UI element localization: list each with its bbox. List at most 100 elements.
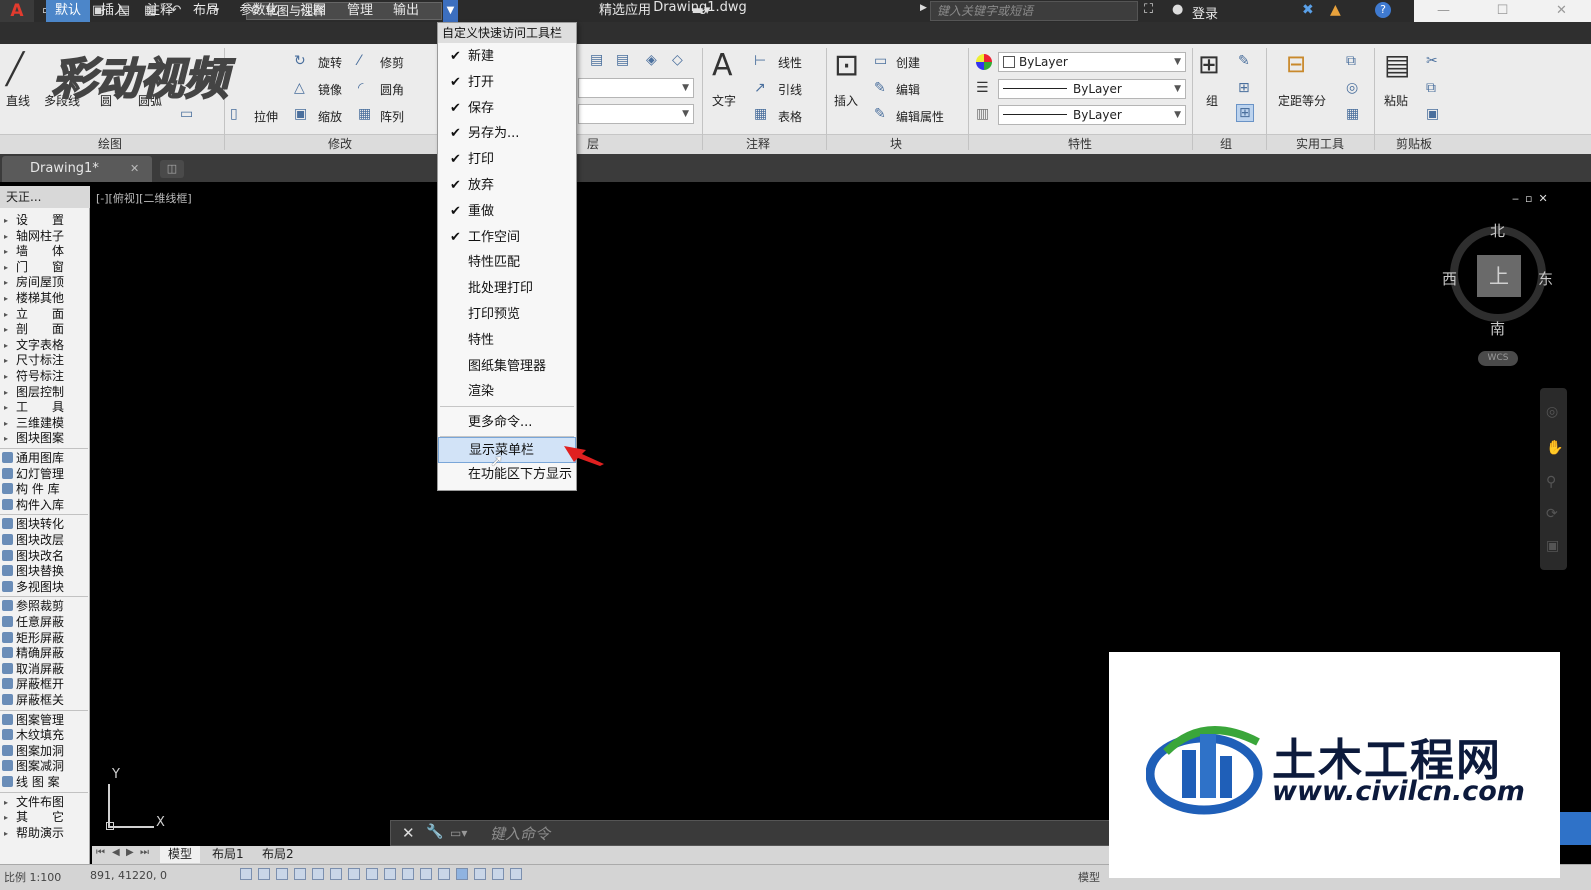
qat-menu-item[interactable]: 打印预览 [438, 302, 576, 328]
layer-state-icon[interactable]: ▤ [616, 52, 629, 68]
panel-title-layers[interactable]: 层 [578, 136, 608, 152]
line-button-label[interactable]: 直线 [6, 92, 30, 109]
palette-item[interactable]: ▸ 帮助演示 [0, 826, 88, 842]
palette-item[interactable]: ▸ 剖 面 [0, 322, 88, 338]
qat-menu-item[interactable]: ✔ 打印 [438, 147, 576, 173]
panel-title-modify[interactable]: 修改 [300, 136, 380, 152]
polar-icon[interactable] [294, 868, 306, 880]
paste-icon[interactable]: ▤ [1384, 48, 1410, 81]
layer-select[interactable]: ▼ [578, 78, 694, 98]
tab-manage[interactable]: 管理 [340, 0, 380, 22]
zoom-icon[interactable]: ⚲ [1546, 474, 1556, 490]
palette-item[interactable]: ▸ 墙 体 [0, 244, 88, 260]
palette-item[interactable]: ▸ 文字表格 [0, 338, 88, 354]
palette-item[interactable]: ▸ 图块图案 [0, 431, 88, 447]
snap-icon[interactable] [240, 868, 252, 880]
qat-menu-item[interactable]: ✔ 打开 [438, 70, 576, 96]
stretch-button[interactable]: 拉伸 [254, 108, 278, 125]
selection-cycling-icon[interactable] [438, 868, 450, 880]
annotation-scale[interactable]: 比例 1:100 [4, 869, 61, 885]
edit-button[interactable]: 编辑 [896, 81, 920, 98]
binoculars-icon[interactable]: ⛶ [1144, 2, 1153, 17]
palette-item[interactable]: ▸ 门 窗 [0, 260, 88, 276]
exchange-icon[interactable]: ✖ [1302, 2, 1314, 18]
text-icon[interactable]: A [712, 48, 733, 83]
palette-item[interactable]: 图案加洞 [0, 744, 88, 760]
palette-item[interactable]: ▸ 立 面 [0, 307, 88, 323]
cursor-coordinates[interactable]: 891, 41220, 0 [90, 869, 167, 882]
palette-item[interactable]: 多视图块 [0, 580, 88, 596]
search-expand-icon[interactable]: ▶ [920, 3, 927, 13]
autocad-logo-button[interactable]: A [0, 0, 34, 22]
panel-title-draw[interactable]: 绘图 [70, 136, 150, 152]
palette-item[interactable]: 图案管理 [0, 713, 88, 729]
palette-item[interactable]: 任意屏蔽 [0, 615, 88, 631]
close-tab-icon[interactable]: ✕ [130, 162, 139, 175]
leader-button[interactable]: 引线 [778, 81, 802, 98]
annotation-monitor-icon[interactable] [456, 868, 468, 880]
group-edit-icon[interactable]: ⊞ [1238, 80, 1250, 96]
workspace-switch-icon[interactable] [474, 868, 486, 880]
palette-item[interactable]: 图块改名 [0, 549, 88, 565]
pan-icon[interactable]: ✋ [1546, 440, 1563, 456]
help-icon[interactable]: ? [1375, 2, 1391, 18]
layer-select-2[interactable]: ▼ [578, 104, 694, 124]
palette-item[interactable]: 幻灯管理 [0, 467, 88, 483]
palette-item[interactable]: 线 图 案 [0, 775, 88, 791]
lineweight-select[interactable]: ByLayer ▼ [998, 105, 1186, 125]
paste-button-label[interactable]: 粘贴 [1384, 92, 1408, 109]
viewcube-top-face[interactable]: 上 [1477, 255, 1521, 297]
qat-menu-item[interactable]: 渲染 [438, 379, 576, 405]
trim-button[interactable]: 修剪 [380, 54, 404, 71]
ungroup-icon[interactable]: ✎ [1238, 53, 1250, 69]
palette-item[interactable]: ▸ 其 它 [0, 810, 88, 826]
palette-item[interactable]: 矩形屏蔽 [0, 631, 88, 647]
qat-customize-dropdown-button[interactable]: ▼ [443, 0, 458, 22]
osnap-icon[interactable] [312, 868, 324, 880]
tab-home[interactable]: 默认 [46, 0, 90, 22]
edit-attribute-button[interactable]: 编辑属性 [896, 108, 944, 125]
layout-tab-2[interactable]: 布局2 [254, 846, 302, 863]
linetype-select[interactable]: ByLayer ▼ [998, 79, 1186, 99]
layout-tab-model[interactable]: 模型 [160, 846, 201, 863]
qat-menu-item[interactable]: ✔ 工作空间 [438, 225, 576, 251]
palette-item[interactable]: 图块改层 [0, 533, 88, 549]
next-layout-icon[interactable]: ▶ [126, 847, 134, 858]
palette-item[interactable]: 通用图库 [0, 451, 88, 467]
first-layout-icon[interactable]: ⏮ [96, 847, 105, 858]
qat-menu-item[interactable]: 图纸集管理器 [438, 354, 576, 380]
copy-base-icon[interactable]: ▣ [1426, 106, 1439, 122]
maximize-icon[interactable]: ☐ [1473, 0, 1532, 22]
last-layout-icon[interactable]: ⏭ [140, 847, 149, 858]
insert-button-label[interactable]: 插入 [834, 92, 858, 109]
layout-tab-1[interactable]: 布局1 [204, 846, 252, 863]
qat-menu-item[interactable]: ✔ 新建 [438, 44, 576, 70]
lineweight-icon[interactable]: ☰ [976, 80, 989, 96]
qat-menu-item[interactable]: ✔ 放弃 [438, 173, 576, 199]
qat-menu-item[interactable]: 批处理打印 [438, 276, 576, 302]
text-button-label[interactable]: 文字 [712, 92, 736, 109]
palette-item[interactable]: 木纹填充 [0, 728, 88, 744]
linetype-icon[interactable]: ▥ [976, 106, 989, 122]
tab-featured-apps[interactable]: 精选应用 [590, 0, 660, 22]
palette-item[interactable]: ▸ 尺寸标注 [0, 353, 88, 369]
qat-menu-item[interactable]: 特性匹配 [438, 250, 576, 276]
minimize-icon[interactable]: — [1414, 0, 1473, 22]
group-select-icon[interactable]: ⊞ [1236, 104, 1254, 122]
quick-select-icon[interactable]: ⧉ [1346, 53, 1356, 69]
tab-annotate[interactable]: 注释 [140, 0, 180, 22]
line-icon[interactable]: ╱ [6, 52, 24, 87]
layer-match-icon[interactable]: ◈ [646, 52, 657, 68]
mirror-button[interactable]: 镜像 [318, 81, 342, 98]
wrench-icon[interactable]: 🔧 [426, 824, 443, 840]
panel-title-properties[interactable]: 特性 [1040, 136, 1120, 152]
quick-properties-icon[interactable] [420, 868, 432, 880]
viewport-window-controls[interactable]: ‒▫✕ [1512, 192, 1554, 205]
lineweight-toggle-icon[interactable] [384, 868, 396, 880]
palette-item[interactable]: 图块替换 [0, 564, 88, 580]
isolate-objects-icon[interactable] [510, 868, 522, 880]
rotate-button[interactable]: 旋转 [318, 54, 342, 71]
layer-off-icon[interactable]: ◇ [672, 52, 683, 68]
measure-icon[interactable]: ⊟ [1286, 50, 1306, 78]
new-tab-icon[interactable]: ◫ [160, 160, 184, 178]
